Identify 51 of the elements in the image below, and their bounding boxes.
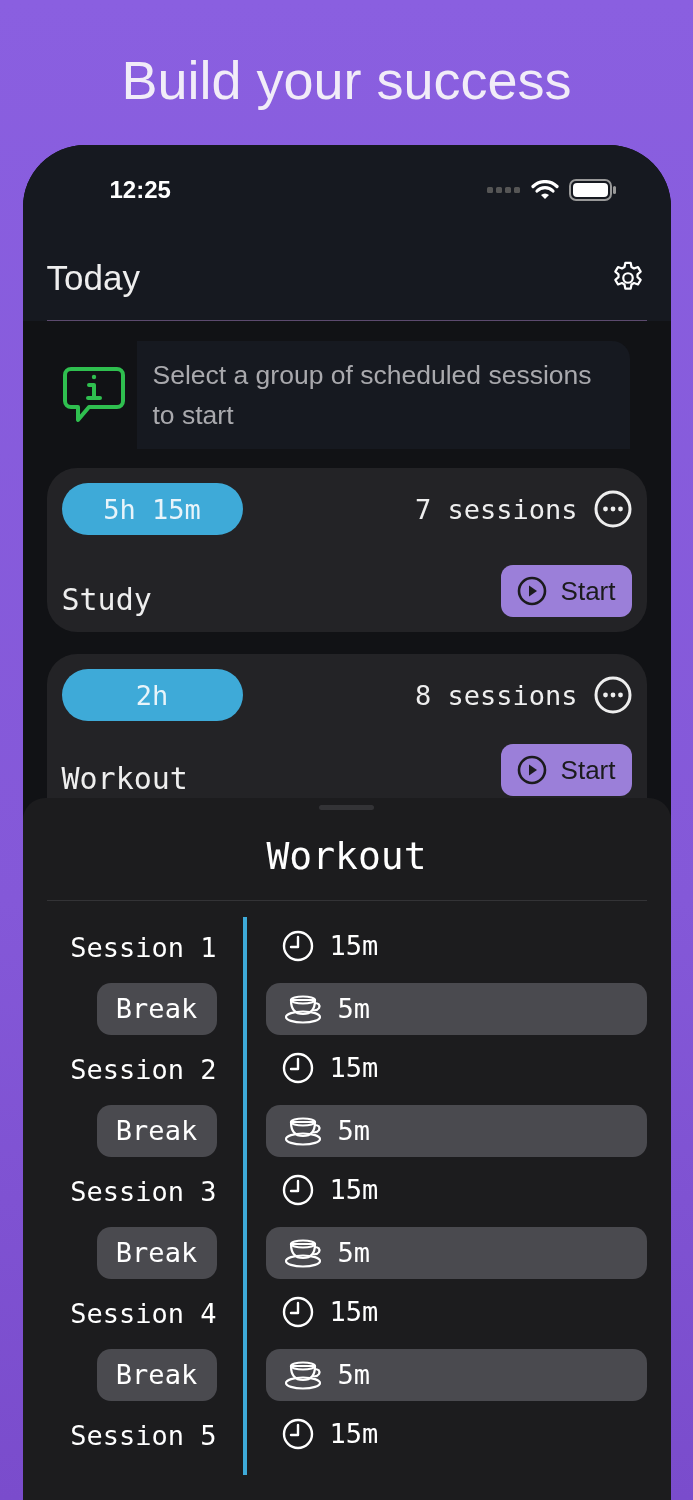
session-label: Session 5: [70, 1420, 217, 1451]
clock-icon: [281, 929, 314, 962]
session-duration: 15m: [329, 1296, 379, 1327]
break-duration: 5m: [337, 1359, 370, 1390]
play-icon: [516, 576, 547, 606]
clock-icon: [281, 1173, 314, 1206]
duration-pill: 2h: [61, 669, 243, 721]
more-icon[interactable]: [593, 490, 632, 528]
session-count: 7 sessions: [414, 493, 578, 525]
cup-icon: [283, 1237, 324, 1268]
screen-title: Today: [46, 257, 140, 298]
clock-icon: [281, 1295, 314, 1328]
session-label: Session 4: [70, 1298, 217, 1329]
session-count: 8 sessions: [414, 679, 578, 711]
cup-icon: [283, 1359, 324, 1390]
cup-icon: [283, 993, 324, 1024]
break-label: Break: [96, 982, 217, 1035]
sheet-title: Workout: [265, 833, 428, 880]
duration-pill: 5h 15m: [61, 483, 243, 535]
session-duration: 15m: [329, 1174, 379, 1205]
cup-icon: [283, 1115, 324, 1146]
session-duration: 15m: [329, 1418, 379, 1449]
headline: Build your success: [121, 49, 572, 112]
session-label: Session 3: [70, 1176, 217, 1207]
break-label: Break: [96, 1348, 217, 1401]
signal-icon: [486, 186, 521, 194]
more-icon[interactable]: [593, 676, 632, 714]
start-button[interactable]: Start: [500, 744, 632, 796]
session-duration: 15m: [329, 930, 379, 961]
break-duration: 5m: [337, 1237, 370, 1268]
info-speech-icon: [62, 366, 125, 424]
group-name: Workout: [61, 761, 188, 796]
session-label: Session 2: [70, 1054, 217, 1085]
info-message: Select a group of scheduled sessions to start: [136, 341, 630, 449]
group-card[interactable]: 2h 8 sessions Workout Start: [46, 654, 647, 798]
battery-icon: [568, 179, 617, 201]
start-button[interactable]: Start: [500, 565, 632, 617]
clock-icon: [281, 1051, 314, 1084]
break-duration: 5m: [337, 1115, 370, 1146]
break-label: Break: [96, 1104, 217, 1157]
wifi-icon: [530, 180, 559, 200]
clock-icon: [281, 1417, 314, 1450]
play-icon: [516, 755, 547, 785]
sheet-handle[interactable]: [319, 805, 374, 810]
group-card[interactable]: 5h 15m 7 sessions Study Start: [46, 468, 647, 632]
session-label: Session 1: [70, 932, 217, 963]
break-label: Break: [96, 1226, 217, 1279]
status-time: 12:25: [109, 176, 171, 204]
break-duration: 5m: [337, 993, 370, 1024]
session-duration: 15m: [329, 1052, 379, 1083]
group-name: Study: [61, 582, 152, 617]
